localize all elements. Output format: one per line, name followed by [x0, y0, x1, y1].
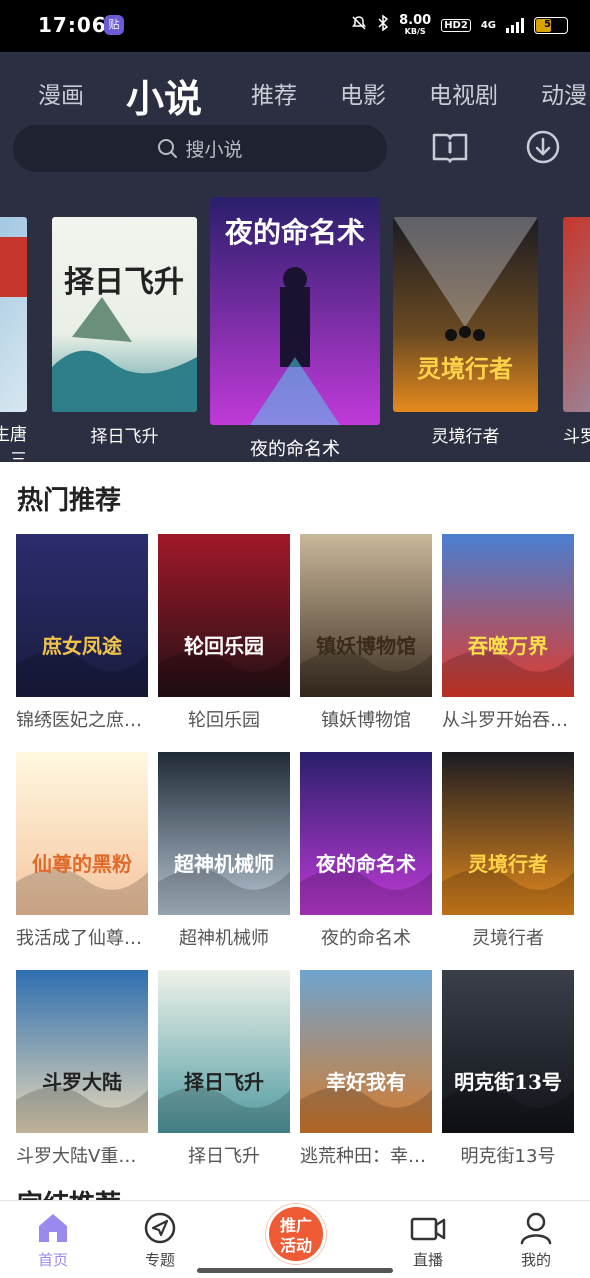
status-icons: 8.00 KB/S HD2 4G 54 — [351, 14, 568, 36]
book-cover[interactable]: 庶女凤途 — [16, 534, 148, 697]
tab-comics[interactable]: 漫画 — [38, 76, 84, 110]
book-title: 明克街13号 — [460, 1146, 556, 1167]
book-cover[interactable]: 镇妖博物馆 — [300, 534, 432, 697]
svg-text:择日飞升: 择日飞升 — [64, 265, 184, 300]
search-input[interactable]: 搜小说 — [13, 125, 387, 172]
promo-line1: 推广 — [279, 1216, 312, 1235]
svg-text:灵境行者: 灵境行者 — [417, 355, 513, 383]
book-title: 超神机械师 — [179, 928, 269, 949]
section-title-finished: 完结推荐 — [17, 1184, 121, 1200]
featured-carousel[interactable]: 斗罗大陆V重生唐三 择日飞升 择日飞升 夜的命名术 夜的命名术 灵境行者 灵境行… — [0, 197, 590, 462]
bookshelf-button[interactable] — [430, 127, 470, 167]
book-title: 择日飞升 — [188, 1146, 260, 1167]
book-title: 从斗罗开始吞噬万界 — [442, 710, 574, 731]
book-cover[interactable]: 幸好我有 — [300, 970, 432, 1133]
carousel-title: 择日飞升 — [90, 427, 159, 447]
cover-title-text: 斗罗大陆 — [42, 1070, 122, 1094]
signal-icon — [506, 17, 524, 33]
promo-activity-button[interactable]: 推广 活动 — [266, 1204, 326, 1264]
carousel-title: 灵境行者 — [431, 427, 500, 447]
nav-profile[interactable]: 我的 — [496, 1211, 576, 1270]
mute-bell-icon — [351, 15, 367, 35]
cover-title-text: 夜的命名术 — [316, 852, 416, 876]
category-tabs: 漫画 小说 推荐 电影 电视剧 动漫 — [0, 68, 590, 121]
bluetooth-icon — [377, 14, 389, 35]
book-title: 斗罗大陆V重生唐三 — [16, 1146, 148, 1167]
profile-icon — [520, 1212, 552, 1245]
search-placeholder: 搜小说 — [185, 139, 243, 161]
cover-title-text: 择日飞升 — [184, 1070, 264, 1094]
nav-home[interactable]: 首页 — [13, 1211, 93, 1270]
book-cover[interactable]: 择日飞升 — [52, 217, 197, 412]
book-title: 轮回乐园 — [188, 710, 260, 731]
nav-label: 首页 — [37, 1251, 68, 1269]
book-title: 我活成了仙尊的黑粉 — [16, 928, 148, 949]
book-icon — [432, 133, 468, 163]
cover-title-text: 轮回乐园 — [184, 634, 264, 658]
book-cover[interactable]: 灵境行者 — [393, 217, 538, 412]
book-title: 镇妖博物馆 — [321, 710, 411, 731]
status-bar: 17:06 贴 8.00 KB/S HD2 4G 54 — [0, 0, 590, 52]
cover-title-text: 庶女凤途 — [42, 634, 122, 658]
section-title-hot: 热门推荐 — [17, 486, 122, 516]
header: 漫画 小说 推荐 电影 电视剧 动漫 搜小说 斗罗大陆V重生唐三 择日飞升 择日… — [0, 52, 590, 462]
nav-topics[interactable]: 专题 — [120, 1211, 200, 1270]
app-notification-icon: 贴 — [104, 15, 124, 35]
book-title: 逃荒种田：幸好我有 — [300, 1146, 432, 1167]
svg-text:夜的命名术: 夜的命名术 — [224, 216, 365, 249]
tab-anime[interactable]: 动漫 — [541, 76, 590, 110]
tab-tv-series[interactable]: 电视剧 — [429, 76, 498, 110]
main-content[interactable]: 热门推荐 庶女凤途锦绣医妃之庶女凤途轮回乐园轮回乐园镇妖博物馆镇妖博物馆吞噬万界… — [0, 462, 590, 1200]
network-type: 4G — [480, 19, 496, 31]
hd-voice-badge: HD2 — [441, 18, 471, 32]
download-button[interactable] — [523, 127, 563, 167]
battery-icon: 54 — [534, 16, 568, 34]
network-speed: 8.00 KB/S — [399, 14, 431, 36]
tab-movies[interactable]: 电影 — [340, 76, 386, 110]
book-cover[interactable]: 夜的命名术 — [210, 197, 380, 425]
promo-line2: 活动 — [279, 1236, 312, 1255]
book-cover[interactable]: 超神机械师 — [158, 752, 290, 915]
book-cover[interactable]: 吞噬万界 — [442, 534, 574, 697]
carousel-title: 斗罗大陆 — [563, 427, 590, 447]
book-cover[interactable] — [563, 217, 590, 412]
video-camera-icon — [410, 1217, 446, 1241]
book-title: 灵境行者 — [472, 928, 544, 949]
nav-live[interactable]: 直播 — [388, 1211, 468, 1270]
book-cover[interactable]: 仙尊的黑粉 — [16, 752, 148, 915]
battery-level: 54 — [544, 18, 558, 30]
book-title: 夜的命名术 — [321, 928, 411, 949]
cover-title-text: 超神机械师 — [174, 852, 274, 876]
book-cover[interactable]: 夜的命名术 — [300, 752, 432, 915]
book-cover[interactable]: 斗罗大陆 — [16, 970, 148, 1133]
cover-title-text: 仙尊的黑粉 — [32, 852, 132, 876]
tab-novels[interactable]: 小说 — [126, 68, 202, 123]
status-time: 17:06 — [38, 13, 107, 37]
cover-title-text: 吞噬万界 — [468, 634, 548, 658]
carousel-title: 斗罗大陆V重生唐三 — [0, 425, 27, 462]
compass-icon — [144, 1212, 176, 1244]
cover-title-text: 镇妖博物馆 — [316, 634, 416, 658]
search-icon — [158, 138, 178, 158]
carousel-title: 夜的命名术 — [250, 439, 340, 460]
cover-title-text: 幸好我有 — [326, 1070, 406, 1094]
download-icon — [526, 130, 560, 164]
nav-label: 我的 — [520, 1251, 551, 1269]
nav-label: 直播 — [412, 1251, 443, 1269]
network-speed-value: 8.00 — [399, 13, 432, 28]
cover-title-text: 灵境行者 — [468, 852, 548, 876]
home-indicator[interactable] — [197, 1268, 393, 1273]
book-cover[interactable]: 明克街13号 — [442, 970, 574, 1133]
network-speed-unit: KB/S — [404, 27, 426, 36]
tab-recommend[interactable]: 推荐 — [251, 76, 297, 110]
home-icon — [39, 1214, 67, 1242]
book-cover[interactable]: 灵境行者 — [442, 752, 574, 915]
book-cover[interactable]: 轮回乐园 — [158, 534, 290, 697]
cover-title-text: 明克街13号 — [454, 1070, 562, 1094]
nav-label: 专题 — [144, 1251, 175, 1269]
book-title: 锦绣医妃之庶女凤途 — [16, 710, 148, 731]
book-cover[interactable]: 择日飞升 — [158, 970, 290, 1133]
book-cover[interactable] — [0, 217, 27, 412]
